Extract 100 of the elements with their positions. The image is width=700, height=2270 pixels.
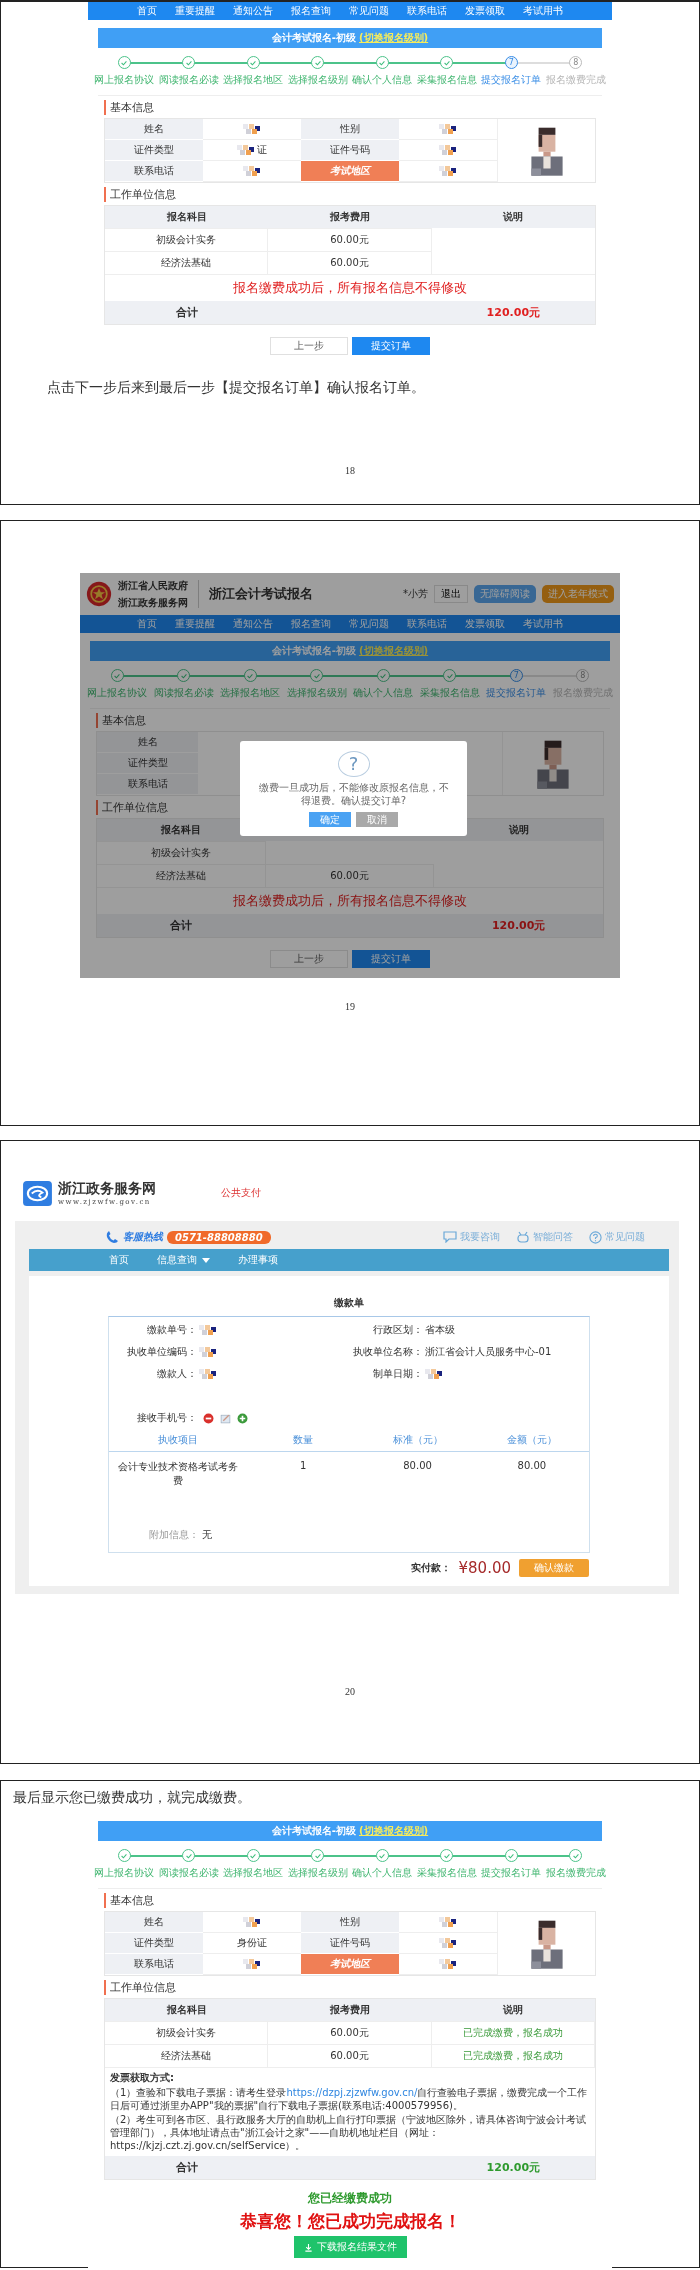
elder-mode-button[interactable]: 进入老年模式: [542, 585, 614, 603]
confirm-button[interactable]: 确定: [309, 812, 351, 827]
nav-link[interactable]: 办理事项: [238, 1253, 278, 1267]
accessibility-button[interactable]: 无障碍阅读: [474, 585, 536, 603]
switch-level-link[interactable]: (切换报名级别): [359, 31, 429, 45]
column-header: 数量: [293, 1434, 314, 1445]
label-cell: 证件号码: [301, 1933, 399, 1954]
nav-link[interactable]: 报名查询: [291, 4, 331, 18]
label-cell: 证件类型: [97, 753, 199, 774]
step-label: 阅读报名必读: [158, 73, 219, 87]
table-cell: 60.00元: [330, 870, 369, 881]
column-header: 报考费用: [268, 1999, 432, 2021]
logo-icon: [22, 1180, 53, 1206]
step-label: 选择报名级别: [287, 1866, 348, 1880]
nav-link[interactable]: 信息查询: [157, 1253, 210, 1267]
nav-link[interactable]: 联系电话: [407, 617, 447, 631]
table-cell: 80.00: [403, 1460, 432, 1471]
user-name: *小芳: [403, 587, 428, 601]
label-cell: 性别: [301, 1912, 399, 1933]
field-label: 接收手机号：: [136, 1411, 197, 1425]
nav-link[interactable]: 首页: [109, 1253, 129, 1267]
field-label: 缴款单号：: [146, 1323, 197, 1337]
nav-link[interactable]: 通知公告: [233, 617, 273, 631]
table-cell: 80.00: [517, 1460, 547, 1471]
field-label: 执收单位编码：: [126, 1345, 197, 1359]
edit-icon[interactable]: [220, 1412, 231, 1424]
table-cell: 初级会计实务: [156, 2027, 217, 2038]
confirm-payment-button[interactable]: 确认缴款: [519, 1559, 589, 1577]
caption-text: 最后显示您已缴费成功，就完成缴费。: [12, 1789, 251, 1807]
step-label: 网上报名协议: [94, 1866, 155, 1880]
label-cell: 姓名: [105, 119, 203, 140]
table-cell: 经济法基础: [155, 870, 206, 881]
step-label: 阅读报名必读: [158, 1866, 219, 1880]
column-header: 执收项目: [157, 1434, 198, 1445]
step-number: 8: [569, 56, 583, 69]
field-value: 身份证: [237, 1936, 267, 1950]
nav-link[interactable]: 常见问题: [349, 4, 389, 18]
header-link[interactable]: 常见问题: [605, 1230, 645, 1244]
nav-link[interactable]: 考试用书: [523, 617, 563, 631]
step-number: 8: [576, 669, 590, 682]
submit-button[interactable]: 提交订单: [352, 950, 430, 968]
hotline-label: 客服热线: [123, 1230, 163, 1244]
section-heading: 基本信息: [96, 713, 604, 728]
table-cell: 60.00元: [330, 257, 369, 268]
step-label: 阅读报名必读: [153, 686, 214, 700]
back-button[interactable]: 上一步: [270, 337, 348, 355]
chat-icon: [443, 1231, 457, 1243]
table-cell: 1: [300, 1460, 307, 1471]
column-header: 标准（元）: [392, 1434, 443, 1445]
remove-icon[interactable]: [203, 1412, 214, 1424]
section-heading: 基本信息: [104, 1893, 596, 1908]
nav-link[interactable]: 考试用书: [523, 4, 563, 18]
download-button[interactable]: 下载报名结果文件: [293, 2236, 407, 2258]
step-label: 选择报名级别: [286, 686, 347, 700]
step-label: 确认个人信息: [353, 686, 414, 700]
nav-link[interactable]: 通知公告: [233, 4, 273, 18]
step-label: 确认个人信息: [352, 73, 413, 87]
amount-label: 实付款：: [410, 1561, 451, 1575]
header-link[interactable]: 智能问答: [533, 1230, 573, 1244]
table-cell: 已完成缴费，报名成功: [462, 2027, 563, 2038]
column-header: 报考费用: [268, 206, 432, 228]
switch-level-link[interactable]: (切换报名级别): [359, 1824, 429, 1838]
total-amount: 120.00元: [485, 2160, 542, 2175]
nav-link[interactable]: 报名查询: [291, 617, 331, 631]
nav-link[interactable]: 首页: [137, 617, 157, 631]
label-cell: 证件类型: [105, 1933, 203, 1954]
field-value: 浙江省会计人员服务中心-01: [425, 1345, 552, 1359]
invoice-link[interactable]: https://dzpj.zjzwfw.gov.cn/: [286, 2087, 418, 2098]
step-label: 采集报名信息: [416, 1866, 477, 1880]
nav-link[interactable]: 发票领取: [465, 4, 505, 18]
column-header: 报名科目: [105, 1999, 269, 2021]
nav-link[interactable]: 重要提醒: [175, 617, 215, 631]
table-cell: 60.00元: [330, 2050, 369, 2061]
caret-icon: [202, 1257, 210, 1263]
page-number: 20: [345, 1686, 355, 1697]
nav-link[interactable]: 发票领取: [465, 617, 505, 631]
submit-button[interactable]: 提交订单: [352, 337, 430, 355]
label-cell: 性别: [301, 119, 399, 140]
cancel-button[interactable]: 取消: [356, 812, 398, 827]
header-link[interactable]: 我要咨询: [460, 1230, 500, 1244]
add-icon[interactable]: [237, 1412, 248, 1424]
nav-link[interactable]: 重要提醒: [175, 4, 215, 18]
total-amount: 120.00元: [490, 918, 547, 933]
step-label: 提交报名订单: [481, 73, 542, 87]
switch-level-link[interactable]: (切换报名级别): [359, 644, 429, 658]
step-label: 报名缴费完成: [545, 1866, 606, 1880]
section-heading: 工作单位信息: [104, 1980, 596, 1995]
nav-link[interactable]: 首页: [137, 4, 157, 18]
field-label: 缴款人：: [156, 1367, 197, 1381]
section-title: 公共支付: [221, 1186, 261, 1200]
total-label: 合计: [169, 918, 194, 933]
total-label: 合计: [174, 2160, 199, 2175]
nav-link[interactable]: 常见问题: [349, 617, 389, 631]
logout-button[interactable]: 退出: [434, 585, 468, 603]
step-label: 提交报名订单: [481, 1866, 542, 1880]
government-name: 浙江省人民政府: [118, 578, 188, 593]
column-header: 报名科目: [105, 206, 269, 228]
section-heading: 基本信息: [104, 100, 596, 115]
label-cell: 联系电话: [105, 161, 203, 182]
nav-link[interactable]: 联系电话: [407, 4, 447, 18]
